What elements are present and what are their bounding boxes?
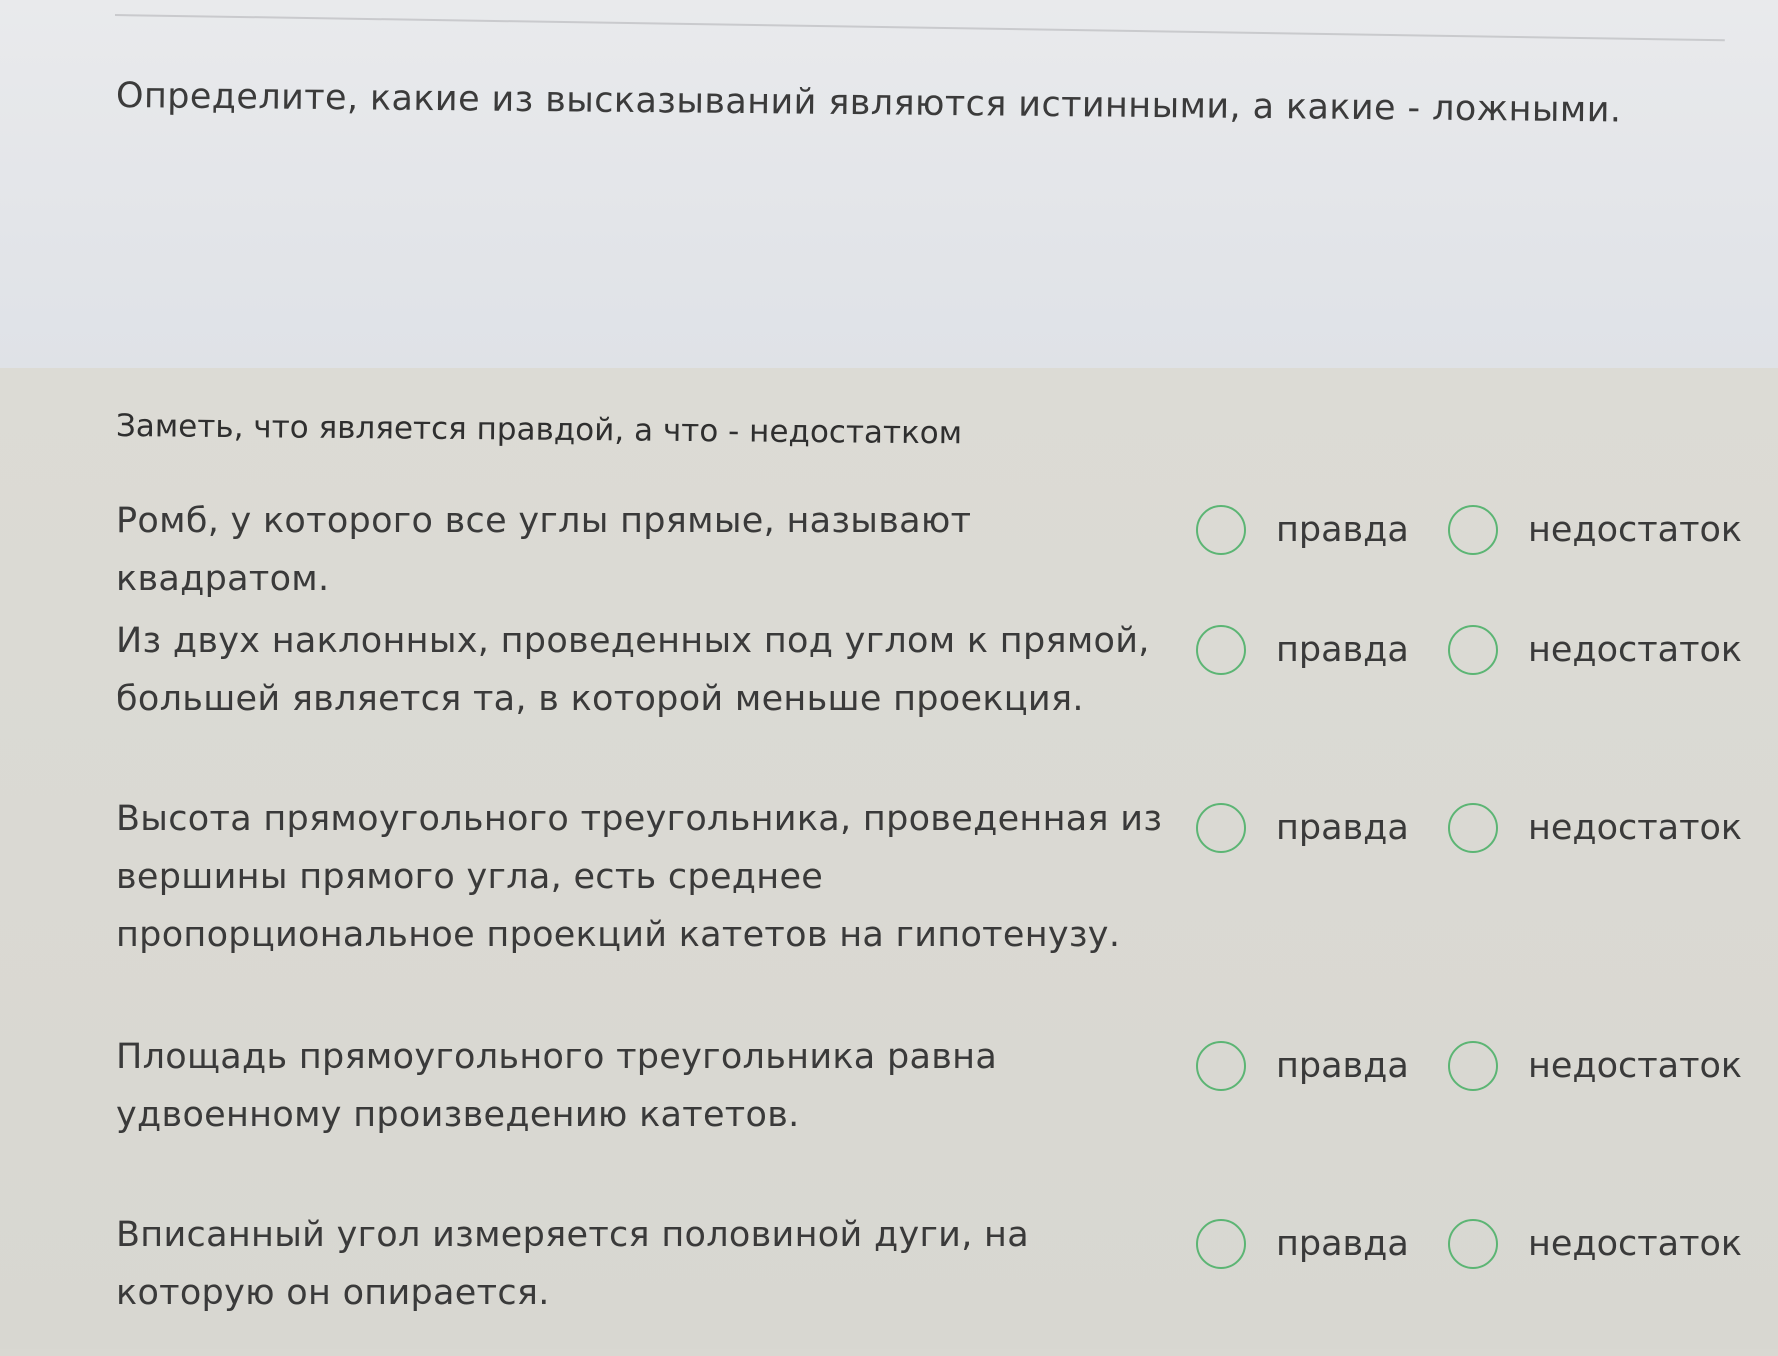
statement-row-5: Вписанный угол измеряется половиной дуги…: [116, 1206, 1742, 1356]
radio-circle-icon[interactable]: [1196, 803, 1246, 853]
option-label-false: недостаток: [1528, 808, 1743, 848]
statement-text: Ромб, у которого все углы прямые, называ…: [116, 501, 972, 599]
statement-5-false-option[interactable]: недостаток: [1448, 1216, 1742, 1272]
question-header-panel: Определите, какие из высказываний являют…: [0, 0, 1778, 368]
option-label-false: недостаток: [1528, 630, 1743, 670]
statement-row-3: Высота прямоугольного треугольника, пров…: [116, 790, 1742, 990]
header-divider: [114, 14, 1725, 42]
radio-circle-icon[interactable]: [1196, 505, 1246, 555]
statement-4-false-option[interactable]: недостаток: [1448, 1038, 1742, 1094]
radio-circle-icon[interactable]: [1448, 1219, 1498, 1269]
statement-text: Вписанный угол измеряется половиной дуги…: [116, 1215, 1029, 1313]
statement-5-true-option[interactable]: правда: [1196, 1216, 1409, 1272]
option-label-false: недостаток: [1528, 1046, 1743, 1086]
statement-4-true-option[interactable]: правда: [1196, 1038, 1409, 1094]
statement-row-4: Площадь прямоугольного треугольника равн…: [116, 1028, 1742, 1178]
statement-3-false-option[interactable]: недостаток: [1448, 800, 1742, 856]
option-label-true: правда: [1276, 1224, 1409, 1264]
statement-text: Высота прямоугольного треугольника, пров…: [116, 799, 1163, 955]
radio-circle-icon[interactable]: [1448, 625, 1498, 675]
statement-text: Из двух наклонных, проведенных под углом…: [116, 621, 1150, 719]
statement-1-true-option[interactable]: правда: [1196, 502, 1409, 558]
instruction-text: Заметь, что является правдой, а что - не…: [115, 408, 963, 452]
option-label-true: правда: [1276, 630, 1409, 670]
radio-circle-icon[interactable]: [1448, 803, 1498, 853]
radio-circle-icon[interactable]: [1196, 1041, 1246, 1091]
statement-row-2: Из двух наклонных, проведенных под углом…: [116, 612, 1742, 762]
statement-text: Площадь прямоугольного треугольника равн…: [116, 1037, 998, 1135]
option-label-true: правда: [1276, 510, 1409, 550]
statement-2-false-option[interactable]: недостаток: [1448, 622, 1742, 678]
option-label-false: недостаток: [1528, 1224, 1743, 1264]
radio-circle-icon[interactable]: [1448, 1041, 1498, 1091]
question-title: Определите, какие из высказываний являют…: [115, 76, 1622, 131]
radio-circle-icon[interactable]: [1448, 505, 1498, 555]
statement-3-true-option[interactable]: правда: [1196, 800, 1409, 856]
option-label-true: правда: [1276, 1046, 1409, 1086]
statement-2-true-option[interactable]: правда: [1196, 622, 1409, 678]
radio-circle-icon[interactable]: [1196, 625, 1246, 675]
radio-circle-icon[interactable]: [1196, 1219, 1246, 1269]
option-label-true: правда: [1276, 808, 1409, 848]
statement-1-false-option[interactable]: недостаток: [1448, 502, 1742, 558]
option-label-false: недостаток: [1528, 510, 1743, 550]
